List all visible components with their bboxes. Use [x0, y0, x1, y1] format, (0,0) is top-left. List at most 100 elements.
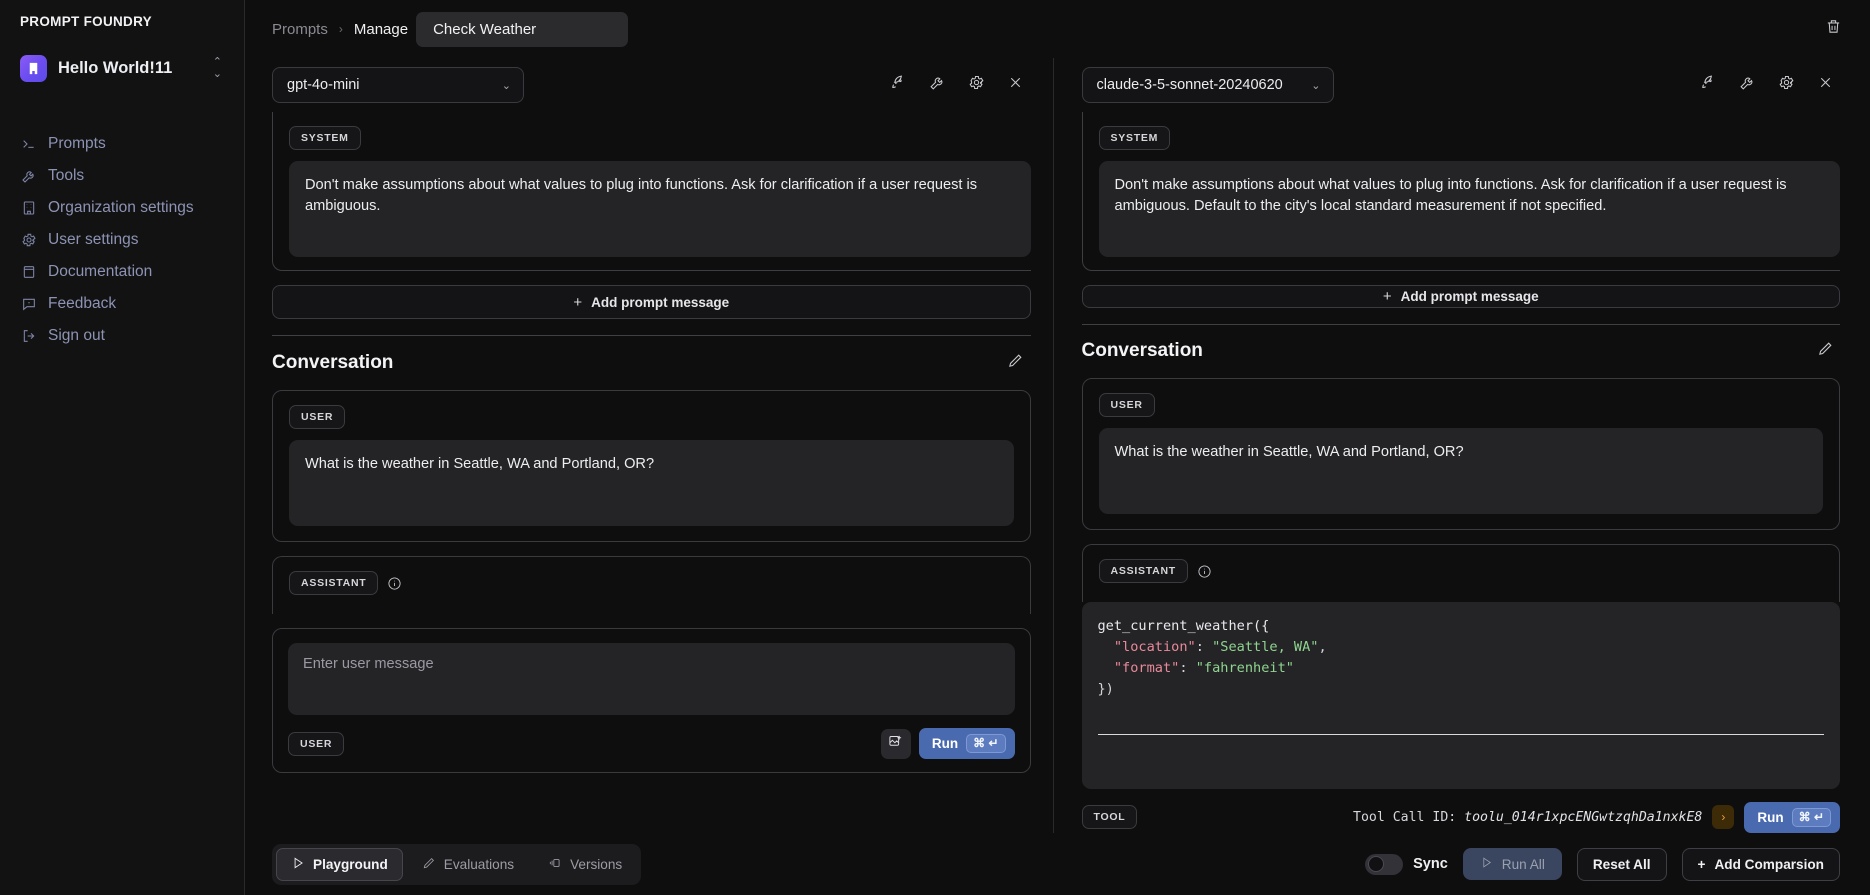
- panel-left-body: SYSTEM Don't make assumptions about what…: [272, 112, 1031, 833]
- model-select-value: gpt-4o-mini: [287, 77, 360, 93]
- deploy-button[interactable]: [1693, 70, 1723, 100]
- chevron-right-icon[interactable]: ›: [1712, 805, 1735, 830]
- system-message-input-right[interactable]: Don't make assumptions about what values…: [1098, 161, 1840, 257]
- breadcrumb-manage[interactable]: Manage: [354, 21, 408, 38]
- close-panel-button[interactable]: [1001, 70, 1031, 100]
- sidebar-item-tools[interactable]: Tools: [0, 160, 244, 192]
- play-icon: [1480, 856, 1493, 872]
- view-tabs: Playground Evaluations Versions: [272, 843, 642, 885]
- edit-conversation-button-right[interactable]: [1810, 336, 1840, 366]
- add-prompt-message-left[interactable]: + Add prompt message: [272, 285, 1031, 319]
- sidebar-item-label: Prompts: [48, 135, 106, 152]
- sidebar: PROMPT FOUNDRY Hello World!11 ⌃ ⌄ Prompts: [0, 0, 245, 895]
- breadcrumb: Prompts › Manage: [272, 21, 408, 38]
- run-button-left[interactable]: Run ⌘ ↵: [918, 728, 1015, 760]
- sidebar-item-sign-out[interactable]: Sign out: [0, 320, 244, 352]
- tab-playground[interactable]: Playground: [276, 847, 403, 881]
- sidebar-item-feedback[interactable]: Feedback: [0, 288, 244, 320]
- deploy-button[interactable]: [884, 70, 914, 100]
- gear-icon: [1778, 74, 1795, 96]
- conversation-title: Conversation: [1081, 340, 1203, 362]
- add-prompt-message-right[interactable]: + Add prompt message: [1081, 285, 1840, 308]
- rocket-icon: [890, 74, 907, 96]
- role-tag-system: SYSTEM: [1098, 126, 1171, 150]
- close-icon: [1817, 74, 1834, 96]
- message-composer-left: Enter user message USER Run ⌘ ↵: [272, 628, 1031, 774]
- composer-role-tag[interactable]: USER: [288, 731, 345, 756]
- sidebar-item-documentation[interactable]: Documentation: [0, 256, 244, 288]
- sidebar-item-label: User settings: [48, 231, 139, 248]
- tool-call-id-label: Tool Call ID:: [1353, 809, 1465, 825]
- role-tag-assistant: ASSISTANT: [1098, 559, 1188, 584]
- chevron-down-icon: ⌄: [501, 79, 511, 92]
- add-prompt-label: Add prompt message: [591, 294, 730, 310]
- reset-all-button[interactable]: Reset All: [1576, 847, 1667, 881]
- close-panel-button[interactable]: [1810, 70, 1840, 100]
- chevron-down-icon: ⌄: [1311, 79, 1321, 92]
- sidebar-item-user-settings[interactable]: User settings: [0, 224, 244, 256]
- model-select-right[interactable]: claude-3-5-sonnet-20240620 ⌄: [1081, 67, 1334, 103]
- prompt-title-input[interactable]: Check Weather: [416, 11, 629, 47]
- pencil-icon: [1007, 352, 1024, 374]
- org-switcher[interactable]: Hello World!11 ⌃ ⌄: [18, 51, 230, 86]
- model-select-left[interactable]: gpt-4o-mini ⌄: [272, 67, 524, 103]
- user-message-textarea-left[interactable]: Enter user message: [288, 643, 1015, 715]
- chevron-updown-icon: ⌃ ⌄: [212, 55, 222, 80]
- role-tag-user: USER: [289, 405, 346, 429]
- role-tag-user: USER: [1098, 393, 1155, 418]
- run-shortcut: ⌘ ↵: [1791, 807, 1831, 827]
- tool-call-id-value: toolu_014r1xpcENGwtzqhDa1nxkE8: [1464, 809, 1703, 825]
- brand-title: PROMPT FOUNDRY: [20, 14, 152, 29]
- breadcrumb-prompts[interactable]: Prompts: [272, 21, 328, 38]
- image-plus-icon: [888, 734, 903, 754]
- role-tag-system: SYSTEM: [289, 126, 361, 150]
- panel-right-header: claude-3-5-sonnet-20240620 ⌄: [1081, 58, 1841, 112]
- attach-image-button-left[interactable]: [880, 728, 911, 759]
- tab-versions[interactable]: Versions: [533, 848, 637, 881]
- pencil-icon: [422, 856, 436, 873]
- tool-arg-sep: :: [1179, 660, 1196, 677]
- tool-arg-value: "fahrenheit": [1195, 660, 1294, 677]
- conversation-assistant-message-left: ASSISTANT: [272, 556, 1031, 614]
- settings-button[interactable]: [962, 70, 992, 100]
- topbar: Prompts › Manage Check Weather: [245, 0, 1870, 58]
- tool-arg-trail: ,: [1318, 639, 1327, 656]
- tools-button[interactable]: [1732, 70, 1762, 100]
- tool-call-function: get_current_weather({: [1097, 618, 1270, 635]
- wrench-icon: [20, 168, 37, 185]
- tool-call-code-block[interactable]: get_current_weather({ "location": "Seatt…: [1081, 602, 1840, 789]
- settings-button[interactable]: [1771, 70, 1801, 100]
- avatar: [20, 55, 47, 82]
- trash-icon: [1825, 18, 1842, 40]
- tab-evaluations[interactable]: Evaluations: [407, 848, 529, 881]
- code-divider: [1097, 733, 1824, 735]
- system-message-input-left[interactable]: Don't make assumptions about what values…: [289, 161, 1031, 257]
- user-message-input-right[interactable]: What is the weather in Seattle, WA and P…: [1098, 428, 1823, 515]
- panel-left: gpt-4o-mini ⌄ SYSTEM Don't make assumpti…: [245, 58, 1053, 833]
- sidebar-item-label: Feedback: [48, 295, 117, 312]
- tools-button[interactable]: [923, 70, 953, 100]
- gear-icon: [968, 74, 985, 96]
- role-tag-tool[interactable]: TOOL: [1081, 805, 1138, 830]
- pencil-icon: [1817, 340, 1834, 362]
- comparison-panels: gpt-4o-mini ⌄ SYSTEM Don't make assumpti…: [245, 58, 1870, 833]
- sidebar-item-prompts[interactable]: Prompts: [0, 128, 244, 160]
- tool-call-close: }): [1097, 681, 1114, 698]
- info-icon[interactable]: [1197, 564, 1212, 579]
- info-icon[interactable]: [387, 576, 402, 591]
- bottom-bar: Playground Evaluations Versions Sync Run…: [245, 833, 1870, 895]
- close-icon: [1007, 74, 1024, 96]
- layers-icon: [548, 856, 562, 873]
- system-message-group-right: SYSTEM Don't make assumptions about what…: [1081, 112, 1840, 271]
- sidebar-item-label: Tools: [48, 167, 85, 184]
- user-message-input-left[interactable]: What is the weather in Seattle, WA and P…: [289, 440, 1014, 526]
- sidebar-item-organization-settings[interactable]: Organization settings: [0, 192, 244, 224]
- add-comparison-button[interactable]: + Add Comparsion: [1681, 847, 1840, 881]
- edit-conversation-button-left[interactable]: [1001, 348, 1031, 378]
- run-all-button[interactable]: Run All: [1462, 848, 1562, 880]
- run-label: Run: [1757, 809, 1784, 825]
- run-button-right[interactable]: Run ⌘ ↵: [1744, 801, 1840, 833]
- panel-right-body: SYSTEM Don't make assumptions about what…: [1081, 112, 1840, 833]
- delete-prompt-button[interactable]: [1818, 14, 1848, 44]
- sync-toggle[interactable]: [1365, 853, 1404, 875]
